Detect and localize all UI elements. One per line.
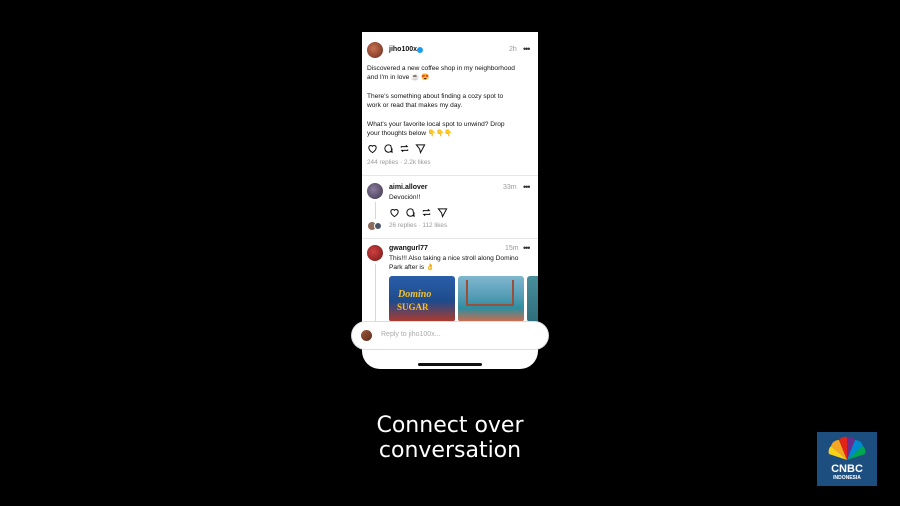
- photo-sign-text: Domino: [398, 289, 432, 300]
- divider: [362, 238, 538, 239]
- logo-text: CNBC: [831, 463, 863, 475]
- reply-text-line: This!!! Also taking a nice stroll along …: [389, 255, 519, 262]
- avatar[interactable]: [367, 183, 383, 199]
- avatar[interactable]: [367, 245, 383, 261]
- thread-line: [375, 264, 376, 322]
- home-indicator[interactable]: [418, 363, 482, 366]
- post-text-line: and I'm in love ☕ 😍: [367, 74, 430, 81]
- photo-structure: [466, 280, 514, 306]
- reply-time: 15m: [505, 245, 519, 252]
- verified-icon: [417, 47, 423, 53]
- post-text-line: work or read that makes my day.: [367, 102, 463, 109]
- reply-text: Devoción!!: [389, 194, 421, 201]
- reply-text-line: Park after is 👌: [389, 264, 435, 271]
- reply-input-bar[interactable]: Reply to jiho100x...: [352, 322, 548, 349]
- cnbc-logo: CNBC INDONESIA: [817, 432, 877, 486]
- photo-sign-text: SUGAR: [397, 302, 429, 312]
- heart-icon[interactable]: [389, 207, 400, 218]
- share-icon[interactable]: [437, 207, 448, 218]
- post-time: 2h: [509, 46, 517, 53]
- reply-stats[interactable]: 26 replies · 112 likes: [389, 222, 447, 229]
- reply-time: 33m: [503, 184, 517, 191]
- reply-input[interactable]: Reply to jiho100x...: [381, 331, 441, 338]
- repost-icon[interactable]: [399, 143, 410, 154]
- mini-avatars: [368, 222, 384, 230]
- comment-icon[interactable]: [383, 143, 394, 154]
- caption-line: Connect over: [376, 413, 524, 438]
- phone-screen: jiho100x 2h ••• Discovered a new coffee …: [362, 32, 538, 369]
- share-icon[interactable]: [415, 143, 426, 154]
- more-options-icon[interactable]: •••: [523, 45, 531, 54]
- thread-line: [375, 202, 376, 219]
- avatar[interactable]: [367, 42, 383, 58]
- comment-icon[interactable]: [405, 207, 416, 218]
- post-stats[interactable]: 244 replies · 2.2k likes: [367, 159, 431, 166]
- post-text-line: Discovered a new coffee shop in my neigh…: [367, 65, 515, 72]
- more-options-icon[interactable]: •••: [523, 183, 531, 192]
- divider: [362, 175, 538, 176]
- reply-username[interactable]: aimi.allover: [389, 184, 428, 191]
- post-text-line: There's something about finding a cozy s…: [367, 93, 504, 100]
- post-text-line: What's your favorite local spot to unwin…: [367, 121, 505, 128]
- reply-username[interactable]: gwangurl77: [389, 245, 428, 252]
- more-options-icon[interactable]: •••: [523, 244, 531, 253]
- caption-line: conversation: [378, 438, 522, 463]
- post-username[interactable]: jiho100x: [389, 46, 417, 53]
- avatar: [361, 330, 372, 341]
- repost-icon[interactable]: [421, 207, 432, 218]
- heart-icon[interactable]: [367, 143, 378, 154]
- attached-photo-domino[interactable]: Domino SUGAR: [389, 276, 455, 322]
- attached-photo-partial[interactable]: [527, 276, 538, 322]
- post-text-line: your thoughts below 👇👇👇: [367, 130, 453, 137]
- logo-subtext: INDONESIA: [833, 475, 861, 481]
- attached-photo-park[interactable]: [458, 276, 524, 322]
